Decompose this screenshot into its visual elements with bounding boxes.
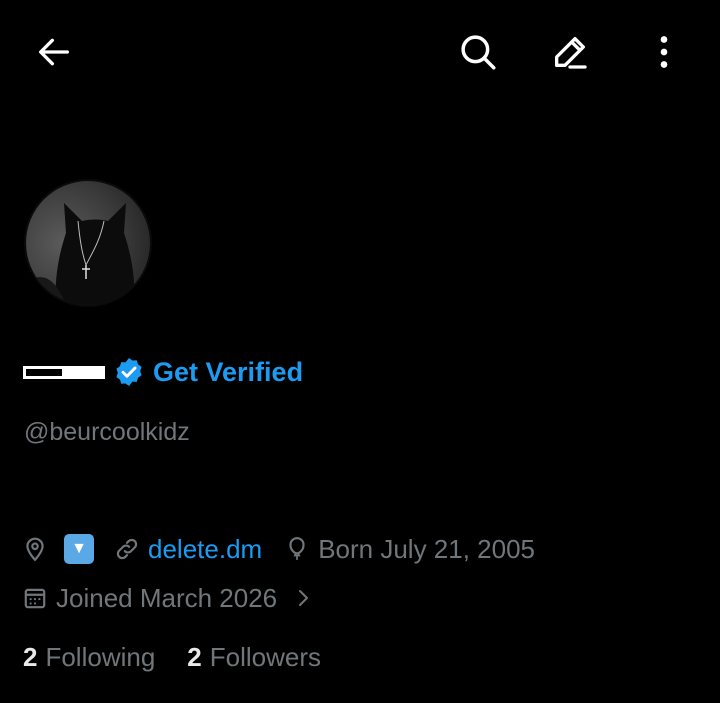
get-verified-link[interactable]: Get Verified — [153, 357, 303, 388]
link-icon — [116, 538, 138, 560]
location-emoji: ▼ — [64, 534, 94, 564]
followers-label: Followers — [209, 641, 322, 672]
more-vertical-icon — [660, 36, 668, 68]
balloon-icon — [289, 537, 305, 560]
display-name-row: Get Verified — [23, 352, 303, 392]
location-item: ▼ — [22, 534, 114, 564]
website-item[interactable]: delete.dm — [114, 534, 262, 565]
arrow-left-icon — [39, 38, 70, 66]
joined-text: Joined March 2026 — [56, 582, 278, 613]
chevron-right-icon — [299, 590, 309, 606]
back-button[interactable] — [30, 28, 78, 76]
more-options-button[interactable] — [640, 28, 688, 76]
username-handle: @beurcoolkidz — [24, 418, 190, 446]
search-button[interactable] — [454, 28, 502, 76]
avatar[interactable] — [24, 179, 152, 307]
calendar-icon — [24, 588, 46, 609]
birthday-text: Born July 21, 2005 — [318, 533, 535, 564]
verified-badge-icon — [116, 358, 142, 386]
follow-stats-row: 2 Following 2 Followers — [23, 638, 321, 676]
following-label: Following — [45, 641, 156, 672]
search-icon — [461, 35, 496, 70]
edit-button[interactable] — [546, 28, 594, 76]
cat-avatar-image — [26, 181, 150, 305]
display-name-glyph — [23, 365, 105, 379]
website-link[interactable]: delete.dm — [148, 534, 262, 565]
birthday-item: Born July 21, 2005 — [284, 534, 535, 565]
followers-count: 2 — [187, 641, 202, 672]
following-count: 2 — [23, 641, 38, 672]
pencil-icon — [555, 37, 587, 69]
joined-row[interactable]: Joined March 2026 — [22, 580, 315, 616]
following-link[interactable]: 2 Following — [23, 642, 155, 673]
top-bar — [0, 0, 720, 104]
location-pin-icon — [26, 537, 44, 562]
profile-meta-row: ▼ delete.dm Born July 21, 2005 — [22, 531, 535, 567]
followers-link[interactable]: 2 Followers — [187, 642, 321, 673]
